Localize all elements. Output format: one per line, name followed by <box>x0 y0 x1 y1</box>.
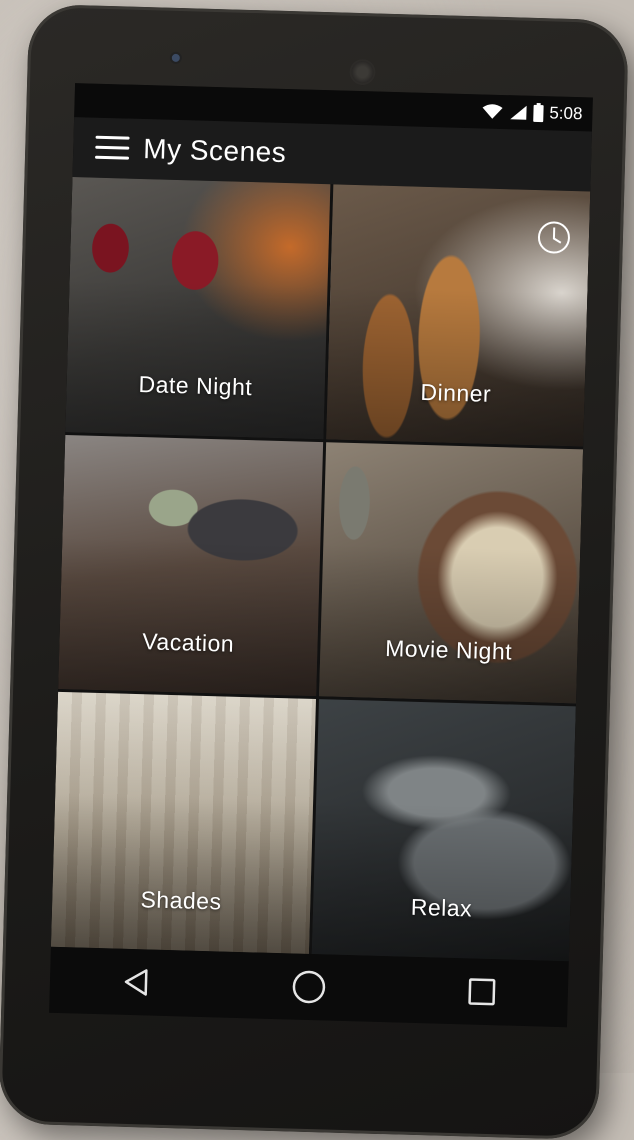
scene-tile-vacation[interactable]: Vacation <box>58 434 323 697</box>
wifi-icon <box>482 104 503 119</box>
home-button[interactable] <box>286 964 331 1009</box>
scene-tile-shades[interactable]: Shades <box>50 692 316 954</box>
signal-icon <box>510 105 527 120</box>
scene-tile-dinner[interactable]: Dinner <box>325 184 591 447</box>
phone-device: 5:08 My Scenes Date Night Dinner Vacatio… <box>0 3 630 1140</box>
status-icons: 5:08 <box>481 101 583 124</box>
system-nav-bar <box>49 946 569 1028</box>
earpiece-speaker <box>349 58 376 86</box>
scene-tile-movie-night[interactable]: Movie Night <box>318 441 584 704</box>
home-icon <box>292 970 326 1004</box>
scene-grid: Date Night Dinner Vacation Movie Night S… <box>50 177 591 962</box>
menu-icon[interactable] <box>94 134 130 163</box>
back-icon <box>125 969 148 996</box>
back-button[interactable] <box>114 960 159 1005</box>
status-time: 5:08 <box>549 103 583 124</box>
recents-button[interactable] <box>459 969 504 1014</box>
front-camera <box>171 53 180 63</box>
recents-icon <box>467 978 496 1006</box>
clock-icon <box>537 221 570 254</box>
screen: 5:08 My Scenes Date Night Dinner Vacatio… <box>49 83 593 1028</box>
page-title: My Scenes <box>142 133 287 169</box>
scene-tile-relax[interactable]: Relax <box>311 699 576 962</box>
scene-tile-date-night[interactable]: Date Night <box>65 177 330 439</box>
battery-icon <box>533 104 544 122</box>
